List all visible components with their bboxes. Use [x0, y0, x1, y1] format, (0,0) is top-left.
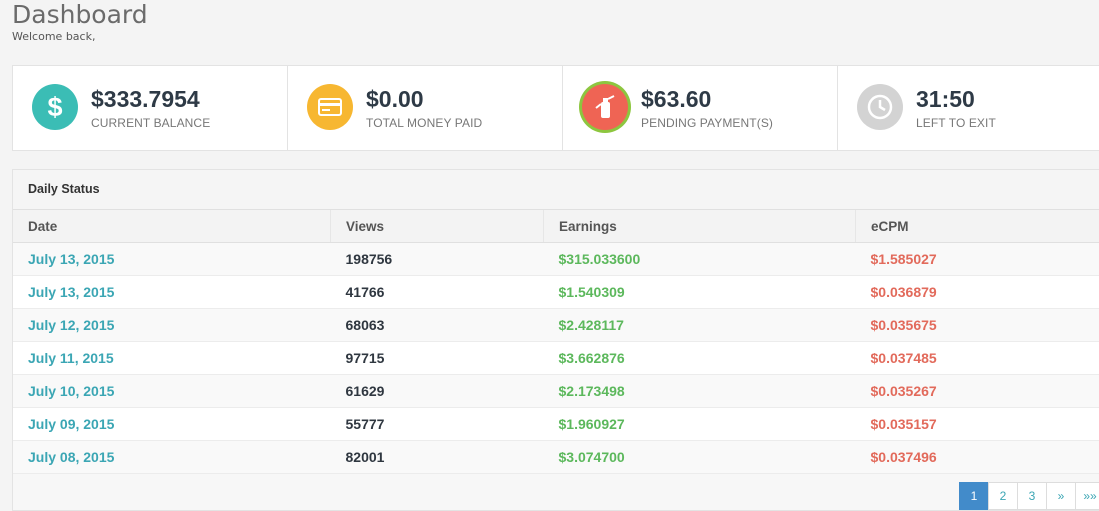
- stat-pending-payments: $63.60 PENDING PAYMENT(S): [563, 66, 838, 150]
- next-page-button[interactable]: »: [1046, 482, 1076, 510]
- page-title: Dashboard: [12, 0, 148, 30]
- stat-value: $63.60: [641, 86, 711, 113]
- earnings-cell: $1.540309: [544, 276, 856, 309]
- page-1-button[interactable]: 1: [959, 482, 989, 510]
- stat-label: LEFT TO EXIT: [916, 116, 996, 130]
- date-link[interactable]: July 09, 2015: [13, 408, 331, 441]
- ecpm-cell: $0.037496: [856, 441, 1099, 474]
- views-cell: 55777: [331, 408, 544, 441]
- page-subtitle: Welcome back,: [12, 30, 148, 44]
- table-row: July 13, 2015 198756 $315.033600 $1.5850…: [13, 243, 1099, 276]
- earnings-cell: $315.033600: [544, 243, 856, 276]
- pagination: 1 2 3 » »»: [960, 482, 1099, 510]
- stat-label: TOTAL MONEY PAID: [366, 116, 482, 130]
- table-row: July 12, 2015 68063 $2.428117 $0.035675: [13, 309, 1099, 342]
- views-cell: 97715: [331, 342, 544, 375]
- ecpm-cell: $0.036879: [856, 276, 1099, 309]
- stat-value: $0.00: [366, 86, 424, 113]
- daily-status-table: Date Views Earnings eCPM July 13, 2015 1…: [13, 210, 1099, 474]
- stat-value: $333.7954: [91, 86, 200, 113]
- table-row: July 08, 2015 82001 $3.074700 $0.037496: [13, 441, 1099, 474]
- earnings-cell: $1.960927: [544, 408, 856, 441]
- dollar-icon: $: [32, 84, 78, 130]
- ecpm-cell: $0.035675: [856, 309, 1099, 342]
- stat-label: CURRENT BALANCE: [91, 116, 210, 130]
- earnings-cell: $2.173498: [544, 375, 856, 408]
- stat-left-to-exit: 31:50 LEFT TO EXIT: [838, 66, 1099, 150]
- page-2-button[interactable]: 2: [988, 482, 1018, 510]
- stat-value: 31:50: [916, 86, 975, 113]
- date-link[interactable]: July 10, 2015: [13, 375, 331, 408]
- earnings-cell: $2.428117: [544, 309, 856, 342]
- fire-extinguisher-icon: [582, 84, 628, 130]
- ecpm-cell: $0.035267: [856, 375, 1099, 408]
- stat-current-balance: $ $333.7954 CURRENT BALANCE: [13, 66, 288, 150]
- ecpm-cell: $0.037485: [856, 342, 1099, 375]
- stats-bar: $ $333.7954 CURRENT BALANCE $0.00 TOTAL …: [12, 65, 1099, 151]
- column-header-date[interactable]: Date: [13, 210, 331, 243]
- views-cell: 198756: [331, 243, 544, 276]
- table-row: July 09, 2015 55777 $1.960927 $0.035157: [13, 408, 1099, 441]
- page-header: Dashboard Welcome back,: [12, 0, 148, 44]
- credit-card-icon: [307, 84, 353, 130]
- views-cell: 68063: [331, 309, 544, 342]
- ecpm-cell: $1.585027: [856, 243, 1099, 276]
- date-link[interactable]: July 08, 2015: [13, 441, 331, 474]
- earnings-cell: $3.074700: [544, 441, 856, 474]
- last-page-button[interactable]: »»: [1075, 482, 1099, 510]
- column-header-ecpm[interactable]: eCPM: [856, 210, 1099, 243]
- views-cell: 61629: [331, 375, 544, 408]
- clock-icon: [857, 84, 903, 130]
- date-link[interactable]: July 11, 2015: [13, 342, 331, 375]
- panel-title: Daily Status: [13, 170, 1099, 210]
- table-row: July 11, 2015 97715 $3.662876 $0.037485: [13, 342, 1099, 375]
- date-link[interactable]: July 12, 2015: [13, 309, 331, 342]
- page-3-button[interactable]: 3: [1017, 482, 1047, 510]
- stat-total-money-paid: $0.00 TOTAL MONEY PAID: [288, 66, 563, 150]
- views-cell: 41766: [331, 276, 544, 309]
- column-header-views[interactable]: Views: [331, 210, 544, 243]
- table-row: July 10, 2015 61629 $2.173498 $0.035267: [13, 375, 1099, 408]
- svg-text:$: $: [47, 92, 62, 122]
- table-row: July 13, 2015 41766 $1.540309 $0.036879: [13, 276, 1099, 309]
- ecpm-cell: $0.035157: [856, 408, 1099, 441]
- table-header-row: Date Views Earnings eCPM: [13, 210, 1099, 243]
- daily-status-panel: Daily Status Date Views Earnings eCPM Ju…: [12, 169, 1099, 511]
- date-link[interactable]: July 13, 2015: [13, 243, 331, 276]
- column-header-earnings[interactable]: Earnings: [544, 210, 856, 243]
- earnings-cell: $3.662876: [544, 342, 856, 375]
- stat-label: PENDING PAYMENT(S): [641, 116, 773, 130]
- views-cell: 82001: [331, 441, 544, 474]
- date-link[interactable]: July 13, 2015: [13, 276, 331, 309]
